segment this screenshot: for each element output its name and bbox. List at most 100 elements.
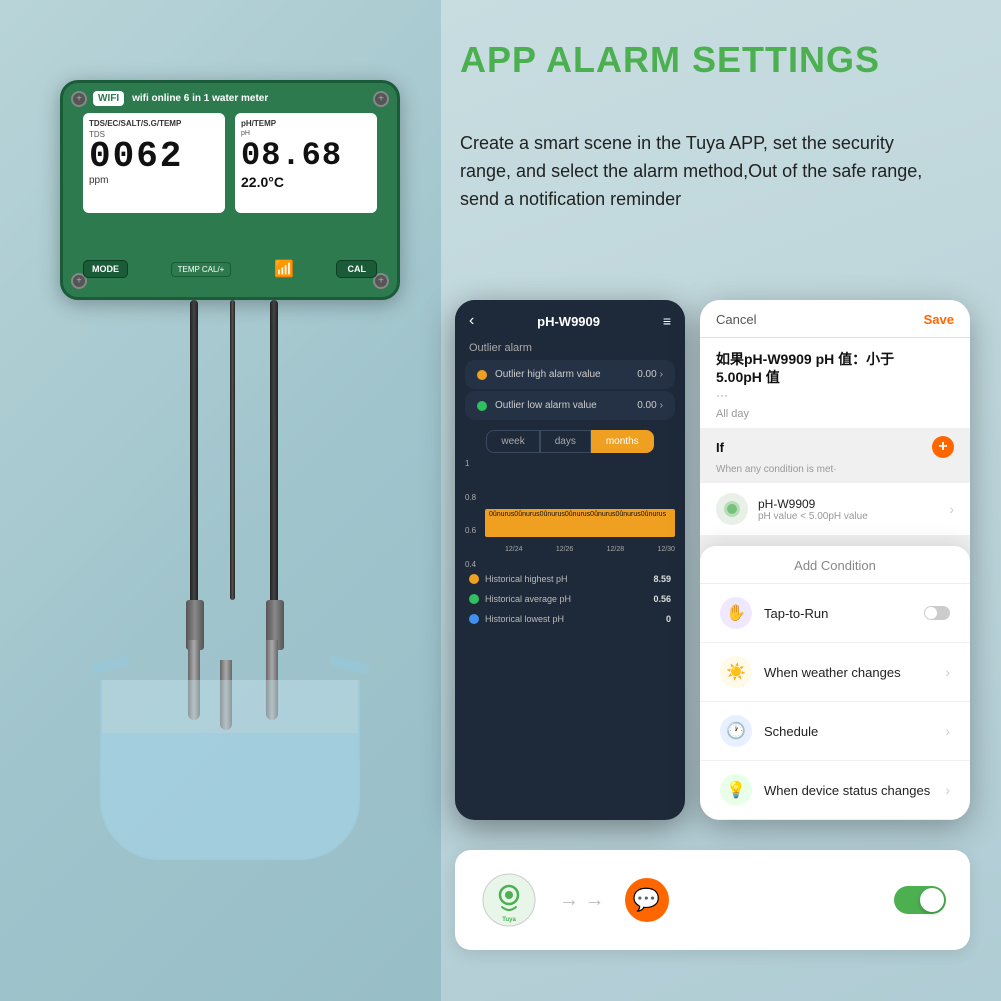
water-cup (90, 640, 370, 860)
phone-left: ‹ pH-W9909 ≡ Outlier alarm Outlier high … (455, 300, 685, 820)
alarm-low-chevron: › (660, 400, 663, 411)
wifi-small-icon: 📶 (274, 259, 294, 279)
chart-x-1228: 12/28 (607, 546, 625, 553)
ph-device-item[interactable]: pH-W9909 pH value < 5.00pH value › (700, 483, 970, 535)
chart-x-1226: 12/26 (556, 546, 574, 553)
cable-right (270, 300, 278, 620)
menu-icon[interactable]: ≡ (663, 313, 671, 329)
arrow-icon: → → (559, 889, 605, 912)
stat-low-label: Historical lowest pH (485, 614, 564, 624)
back-arrow-icon[interactable]: ‹ (469, 312, 474, 330)
tab-days[interactable]: days (540, 430, 591, 453)
cancel-button[interactable]: Cancel (716, 312, 756, 327)
cup-body (100, 680, 360, 860)
stat-low-dot (469, 614, 479, 624)
condition-title-block: 如果pH-W9909 pH 值：小于5.00pH 值 ··· (700, 338, 970, 406)
page-title: APP ALARM SETTINGS (460, 40, 960, 80)
outlier-alarm-section: Outlier alarm (455, 338, 685, 358)
tap-to-run-label: Tap-to-Run (764, 606, 828, 621)
stat-high-label: Historical highest pH (485, 574, 568, 584)
chart-tab-bar: week days months (465, 430, 675, 453)
device-status-item[interactable]: 💡 When device status changes › (700, 761, 970, 820)
stat-avg-dot (469, 594, 479, 604)
schedule-item[interactable]: 🕐 Schedule › (700, 702, 970, 761)
ph-device-chevron: › (949, 501, 954, 517)
condition-title-text: 如果pH-W9909 pH 值：小于5.00pH 值 (716, 350, 954, 386)
chart-area: 1 0.8 0.6 0.4 0ûnurus0ûnurus0ûnurus0ûnur… (465, 459, 675, 569)
tds-label: TDS/EC/SALT/S.G/TEMP (89, 119, 219, 128)
mode-button[interactable]: MODE (83, 260, 128, 278)
tab-months[interactable]: months (591, 430, 654, 453)
buttons-row: MODE TEMP CAL/+ 📶 CAL (83, 259, 377, 279)
phone-left-header: ‹ pH-W9909 ≡ (455, 300, 685, 338)
chart-y-04: 0.4 (465, 560, 476, 569)
ph-device-sub: pH value < 5.00pH value (758, 511, 868, 522)
phone-right: Cancel Save 如果pH-W9909 pH 值：小于5.00pH 值 ·… (700, 300, 970, 820)
tab-week[interactable]: week (486, 430, 539, 453)
cable-middle (230, 300, 235, 600)
tap-to-run-item[interactable]: ✋ Tap-to-Run (700, 584, 970, 643)
schedule-icon: 🕐 (720, 715, 752, 747)
if-section-header: If + (700, 428, 970, 462)
weather-changes-label: When weather changes (764, 665, 901, 680)
save-button[interactable]: Save (924, 312, 954, 327)
device-body: WIFI wifi online 6 in 1 water meter TDS/… (60, 80, 400, 300)
model-text: wifi online 6 in 1 water meter (132, 93, 268, 104)
device-status-chevron: › (945, 782, 950, 798)
stat-avg-label: Historical average pH (485, 594, 571, 604)
alarm-high-label: Outlier high alarm value (495, 369, 601, 380)
weather-chevron: › (945, 664, 950, 680)
svg-text:Tuya: Tuya (502, 917, 516, 923)
stat-high-value: 8.59 (653, 574, 671, 584)
tds-display: TDS/EC/SALT/S.G/TEMP TDS 0062 ppm (83, 113, 225, 213)
chart-bar: 0ûnurus0ûnurus0ûnurus0ûnurus0ûnurus0ûnur… (485, 509, 675, 537)
cup-rim-left (89, 655, 130, 675)
wifi-header: WIFI wifi online 6 in 1 water meter (93, 91, 367, 106)
water-fill (102, 733, 358, 858)
cup-rim-right (329, 655, 370, 675)
temp-value: 22.0°C (241, 174, 371, 190)
alarm-low-dot (477, 401, 487, 411)
alarm-low-label: Outlier low alarm value (495, 400, 597, 411)
screw-tl (71, 91, 87, 107)
chart-x-labels: 12/24 12/26 12/28 12/30 (505, 546, 675, 553)
ph-value: 08.68 (241, 137, 371, 174)
tds-value: 0062 (89, 139, 219, 175)
ph-device-icon (716, 493, 748, 525)
chart-x-1224: 12/24 (505, 546, 523, 553)
if-label: If (716, 440, 724, 455)
chart-y-1: 1 (465, 459, 476, 468)
modal-title: Add Condition (700, 558, 970, 584)
alarm-low-item[interactable]: Outlier low alarm value 0.00 › (465, 391, 675, 420)
alarm-high-item[interactable]: Outlier high alarm value 0.00 › (465, 360, 675, 389)
cable-left (190, 300, 198, 620)
tuya-logo: Tuya (479, 870, 539, 930)
device-status-icon: 💡 (720, 774, 752, 806)
alarm-high-chevron: › (660, 369, 663, 380)
temp-cal-button[interactable]: TEMP CAL/+ (171, 262, 232, 277)
cal-button[interactable]: CAL (336, 260, 377, 278)
ph-display: pH/TEMP pH 08.68 22.0°C (235, 113, 377, 213)
stat-high: Historical highest pH 8.59 (455, 569, 685, 589)
alarm-high-value: 0.00 (637, 369, 656, 380)
weather-changes-item[interactable]: ☀️ When weather changes › (700, 643, 970, 702)
add-condition-button[interactable]: + (932, 436, 954, 458)
weather-icon: ☀️ (720, 656, 752, 688)
tap-to-run-toggle[interactable] (924, 606, 950, 620)
device-status-label: When device status changes (764, 783, 930, 798)
alarm-high-dot (477, 370, 487, 380)
rp-header: Cancel Save (700, 300, 970, 338)
allday-label: All day (700, 406, 970, 428)
stat-low: Historical lowest pH 0 (455, 609, 685, 629)
card-toggle[interactable] (894, 886, 946, 914)
schedule-label: Schedule (764, 724, 818, 739)
add-condition-modal: Add Condition ✋ Tap-to-Run ☀️ When weath… (700, 546, 970, 820)
wifi-icon: WIFI (93, 91, 124, 106)
device-container: WIFI wifi online 6 in 1 water meter TDS/… (30, 60, 430, 760)
when-any-label: When any condition is met· (700, 462, 970, 481)
stat-avg: Historical average pH 0.56 (455, 589, 685, 609)
stat-high-dot (469, 574, 479, 584)
ph-device-label: pH-W9909 (758, 497, 868, 511)
alarm-low-value: 0.00 (637, 400, 656, 411)
chart-y-labels: 1 0.8 0.6 0.4 (465, 459, 476, 569)
